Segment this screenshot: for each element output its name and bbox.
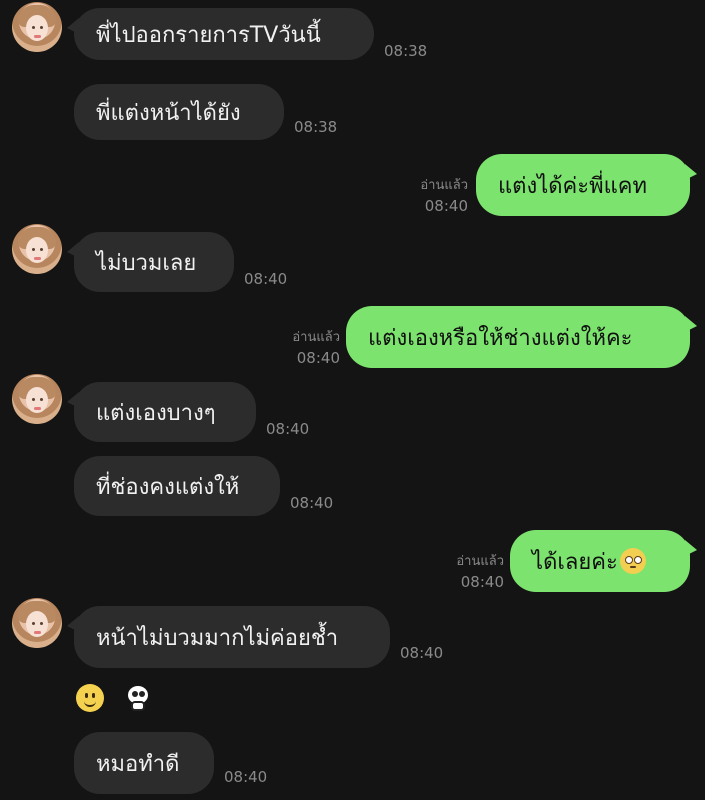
message-time: 08:40 — [224, 768, 268, 786]
message-text: แต่งได้ค่ะพี่แคท — [498, 173, 647, 199]
message-bubble-outgoing[interactable]: แต่งเองหรือให้ช่างแต่งให้คะ — [346, 306, 697, 368]
read-label: อ่านแล้ว — [292, 330, 340, 345]
contact-avatar[interactable] — [12, 374, 62, 424]
message-time: 08:40 — [290, 494, 334, 512]
message-time: 08:38 — [294, 118, 338, 136]
panda-emoji-icon[interactable] — [124, 684, 152, 712]
smiley-emoji-icon[interactable] — [76, 684, 104, 712]
message-text: ที่ช่องคงแต่งให้ — [96, 474, 240, 500]
message-text: พี่ไปออกรายการTVวันนี้ — [96, 22, 321, 48]
contact-avatar[interactable] — [12, 224, 62, 274]
message-bubble-outgoing[interactable]: แต่งได้ค่ะพี่แคท — [476, 154, 697, 216]
message-time: 08:38 — [384, 42, 428, 60]
message-bubble-incoming[interactable]: ไม่บวมเลย — [67, 232, 234, 292]
message-time: 08:40 — [460, 573, 504, 591]
message-time: 08:40 — [424, 197, 468, 215]
message-bubble-outgoing[interactable]: ได้เลยค่ะ — [510, 530, 697, 592]
message-text: ได้เลยค่ะ — [532, 549, 618, 575]
message-text: พี่แต่งหน้าได้ยัง — [96, 100, 241, 126]
contact-avatar[interactable] — [12, 2, 62, 52]
message-text: แต่งเองหรือให้ช่างแต่งให้คะ — [368, 325, 633, 351]
message-text: แต่งเองบางๆ — [96, 400, 216, 426]
message-text: หน้าไม่บวมมากไม่ค่อยช้ำ — [96, 625, 339, 651]
message-bubble-incoming[interactable]: หมอทำดี — [74, 732, 214, 794]
contact-avatar[interactable] — [12, 598, 62, 648]
read-receipt: อ่านแล้ว 08:40 — [434, 550, 504, 591]
read-label: อ่านแล้ว — [456, 554, 504, 569]
message-time: 08:40 — [266, 420, 310, 438]
chat-view: พี่ไปออกรายการTVวันนี้ 08:38 พี่แต่งหน้า… — [0, 0, 705, 800]
message-bubble-incoming[interactable]: พี่แต่งหน้าได้ยัง — [74, 84, 284, 140]
read-receipt: อ่านแล้ว 08:40 — [398, 174, 468, 215]
message-bubble-incoming[interactable]: พี่ไปออกรายการTVวันนี้ — [67, 8, 374, 60]
message-bubble-incoming[interactable]: แต่งเองบางๆ — [67, 382, 256, 442]
pleading-face-icon — [619, 548, 646, 574]
message-time: 08:40 — [244, 270, 288, 288]
message-text: ไม่บวมเลย — [96, 250, 197, 276]
message-bubble-incoming[interactable]: หน้าไม่บวมมากไม่ค่อยช้ำ — [67, 606, 390, 668]
message-time: 08:40 — [296, 349, 340, 367]
message-text: หมอทำดี — [96, 751, 180, 777]
read-receipt: อ่านแล้ว 08:40 — [270, 326, 340, 367]
message-bubble-incoming[interactable]: ที่ช่องคงแต่งให้ — [74, 456, 280, 516]
read-label: อ่านแล้ว — [420, 178, 468, 193]
message-time: 08:40 — [400, 644, 444, 662]
